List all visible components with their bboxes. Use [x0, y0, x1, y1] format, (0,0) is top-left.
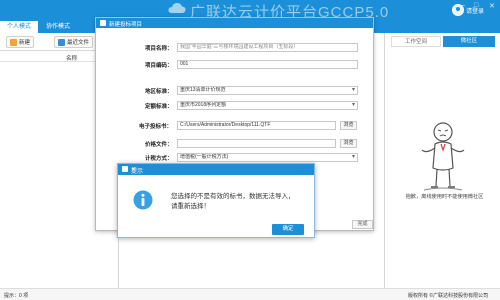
project-code-label: 项目编码： [145, 63, 173, 69]
alert-dialog: 提示 ✕ 您选择的不是有效的标书，数据无法导入，请重新选择！ 确定 [117, 163, 315, 238]
new-file-icon [10, 38, 17, 46]
finish-button[interactable]: 完成 [352, 220, 373, 229]
copyright-text: 版权所有 ©广联达科技股份有限公司 [408, 293, 489, 299]
bid-file-path-input[interactable]: C:/Users/Administrator/Desktop/111.QTF [177, 121, 336, 130]
dialog-title-bar: 新建投标项目 [96, 18, 373, 28]
maximize-button[interactable]: □ [474, 2, 478, 9]
offline-message: 抱歉，离线使用时不能使用微社区 [405, 194, 484, 200]
recent-files-button[interactable]: 最近文件 [54, 36, 94, 48]
tab-collab-mode[interactable]: 协作模式 [38, 21, 78, 33]
new-project-label: 新建 [19, 40, 31, 46]
minimize-button[interactable]: — [458, 2, 465, 9]
alert-app-icon [122, 166, 128, 172]
recent-files-label: 最近文件 [67, 40, 90, 46]
project-name-label: 项目名称： [145, 46, 173, 52]
price-file-label: 价格文件： [145, 142, 173, 148]
cloud-logo-icon [168, 3, 186, 13]
project-code-input[interactable]: 001 [177, 60, 358, 69]
quota-standard-select[interactable]: 重庆市2018序列定额 [177, 101, 358, 110]
region-standard-select[interactable]: 重庆13清单计价规范 [177, 86, 358, 95]
tab-personal-mode[interactable]: 个人模式 [0, 21, 38, 33]
region-standard-label: 地区标准： [145, 89, 173, 95]
tax-method-select[interactable]: 增值税(一般计税方法) [177, 153, 358, 162]
alert-message: 您选择的不是有效的标书，数据无法导入，请重新选择！ [171, 193, 295, 210]
tax-method-label: 计税方式： [145, 156, 173, 162]
alert-close-icon[interactable]: ✕ [131, 166, 136, 173]
offline-mascot-icon [421, 122, 465, 191]
alert-title-bar: 提示 ✕ [118, 164, 314, 175]
info-icon [133, 190, 153, 210]
dialog-app-icon [100, 20, 106, 26]
close-button[interactable]: ✕ [489, 2, 495, 10]
new-project-button[interactable]: 新建 [6, 36, 35, 48]
bid-file-label: 电子投标书： [139, 124, 173, 130]
ok-button[interactable]: 确定 [272, 224, 304, 235]
dialog-title: 新建投标项目 [109, 21, 143, 28]
status-hint: 提示：0 项 [4, 293, 29, 299]
column-name-header: 名称 [66, 56, 78, 62]
browse-bid-file-button[interactable]: 浏览 [340, 121, 357, 130]
login-area[interactable]: 请登录 [452, 2, 484, 18]
project-name-input[interactable]: 我国“丰园华庭”三号楼环境园建设工程项目（五标段） [177, 43, 358, 52]
tab-micro-community[interactable]: 微社区 [443, 36, 495, 47]
right-panel-tabs: 工作空间 微社区 [385, 36, 500, 48]
quota-standard-label: 定额标准： [145, 104, 173, 110]
price-file-input[interactable] [177, 139, 336, 148]
right-panel-divider [384, 33, 385, 288]
status-bar: 提示：0 项 版权所有 ©广联达科技股份有限公司 [0, 288, 500, 300]
browse-price-file-button[interactable]: 浏览 [340, 139, 357, 148]
recent-files-icon [58, 38, 65, 46]
tab-workspace[interactable]: 工作空间 [391, 36, 441, 47]
